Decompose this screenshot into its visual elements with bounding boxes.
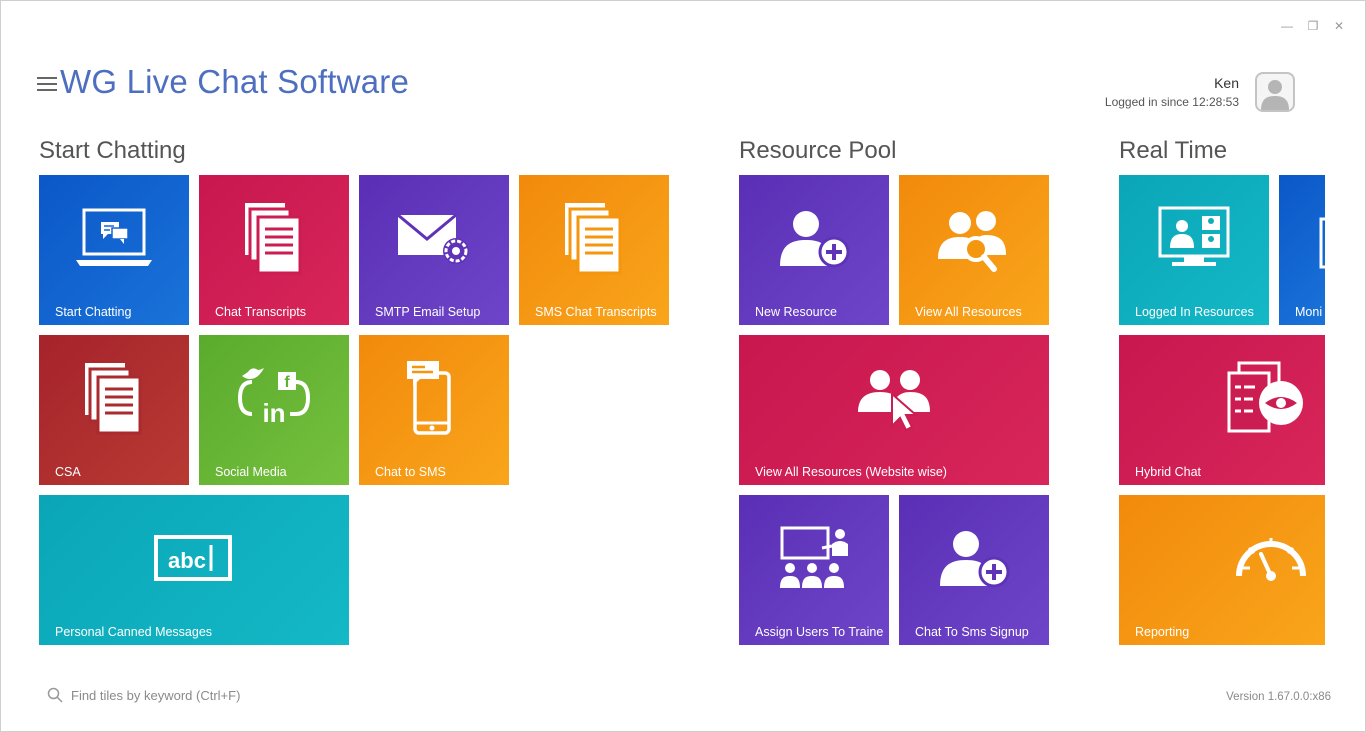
tile-smtp-email-setup[interactable]: SMTP Email Setup	[359, 175, 509, 325]
tile-search	[47, 687, 331, 703]
tile-label: Reporting	[1135, 625, 1190, 639]
restore-button[interactable]: ❐	[1307, 19, 1319, 33]
laptop-chat-icon	[76, 208, 152, 266]
tile-label: Assign Users To Traine	[755, 625, 884, 639]
tile-sms-chat-transcripts[interactable]: SMS Chat Transcripts	[519, 175, 669, 325]
tile-new-resource[interactable]: New Resource	[739, 175, 889, 325]
login-status: Logged in since 12:28:53	[1104, 95, 1239, 109]
tile-hybrid-chat[interactable]: Hybrid Chat	[1119, 335, 1325, 485]
user-avatar-icon	[1261, 80, 1289, 110]
tile-label: CSA	[55, 465, 81, 479]
tile-label: Moni	[1295, 305, 1323, 319]
add-user-icon	[940, 531, 1010, 588]
tile-view-all-resources[interactable]: View All Resources	[899, 175, 1049, 325]
add-user-icon	[780, 211, 850, 268]
search-input[interactable]	[71, 687, 331, 703]
speedometer-icon	[1236, 538, 1306, 581]
tile-reporting[interactable]: Reporting	[1119, 495, 1325, 645]
tile-label: New Resource	[755, 305, 837, 319]
tile-label: Chat To Sms Signup	[915, 625, 1029, 639]
group-title-start-chatting: Start Chatting	[39, 137, 186, 164]
search-icon	[47, 687, 63, 703]
user-info: Ken Logged in since 12:28:53	[1105, 75, 1239, 109]
documents-icon	[565, 203, 622, 275]
tile-label: SMTP Email Setup	[375, 305, 481, 319]
tile-label: Hybrid Chat	[1135, 465, 1201, 479]
avatar[interactable]	[1255, 72, 1295, 112]
monitor-users-icon	[1158, 206, 1230, 266]
user-name: Ken	[1214, 75, 1239, 91]
abc-text: abc	[168, 548, 206, 573]
tile-label: SMS Chat Transcripts	[535, 305, 657, 319]
select-users-icon	[858, 370, 930, 432]
social-media-icon: f in	[237, 368, 311, 428]
text-input-icon: abc	[154, 535, 232, 581]
close-button[interactable]: ✕	[1333, 19, 1345, 33]
tile-label: Logged In Resources	[1135, 305, 1254, 319]
documents-icon	[85, 363, 142, 435]
tile-start-chatting[interactable]: Start Chatting	[39, 175, 189, 325]
group-title-real-time: Real Time	[1119, 137, 1228, 164]
tile-social-media[interactable]: f in Social Media	[199, 335, 349, 485]
app-title: WG Live Chat Software	[60, 63, 409, 100]
document-eye-icon	[1227, 361, 1303, 433]
tile-chat-transcripts[interactable]: Chat Transcripts	[199, 175, 349, 325]
tile-assign-users-to-traine[interactable]: Assign Users To Traine	[739, 495, 889, 645]
tile-personal-canned-messages[interactable]: abc Personal Canned Messages	[39, 495, 349, 645]
window-controls: — ❐ ✕	[1281, 19, 1345, 33]
documents-icon	[245, 203, 302, 275]
app-header: WG Live Chat Software	[37, 63, 409, 101]
linkedin-letters: in	[262, 398, 285, 428]
hamburger-menu-icon[interactable]	[37, 77, 57, 91]
tile-monitor[interactable]: Moni	[1279, 175, 1325, 325]
facebook-letter: f	[284, 374, 290, 391]
tile-label: Chat Transcripts	[215, 305, 307, 319]
monitor-icon	[1319, 217, 1325, 269]
tile-label: View All Resources (Website wise)	[755, 465, 947, 479]
training-icon	[780, 526, 848, 588]
tile-csa[interactable]: CSA	[39, 335, 189, 485]
tile-label: View All Resources	[915, 305, 1022, 319]
tile-logged-in-resources[interactable]: Logged In Resources	[1119, 175, 1269, 325]
tile-label: Social Media	[215, 465, 287, 479]
tile-label: Chat to SMS	[375, 465, 446, 479]
email-settings-icon	[397, 213, 469, 264]
tile-chat-to-sms[interactable]: Chat to SMS	[359, 335, 509, 485]
search-users-icon	[938, 211, 1006, 272]
tile-label: Start Chatting	[55, 305, 132, 319]
tile-chat-to-sms-signup[interactable]: Chat To Sms Signup	[899, 495, 1049, 645]
group-title-resource-pool: Resource Pool	[739, 137, 897, 164]
minimize-button[interactable]: —	[1281, 19, 1293, 33]
tile-view-all-resources-website-wise[interactable]: View All Resources (Website wise)	[739, 335, 1049, 485]
mobile-chat-icon	[407, 361, 451, 435]
tile-label: Personal Canned Messages	[55, 625, 213, 639]
version-label: Version 1.67.0.0:x86	[1226, 691, 1331, 703]
